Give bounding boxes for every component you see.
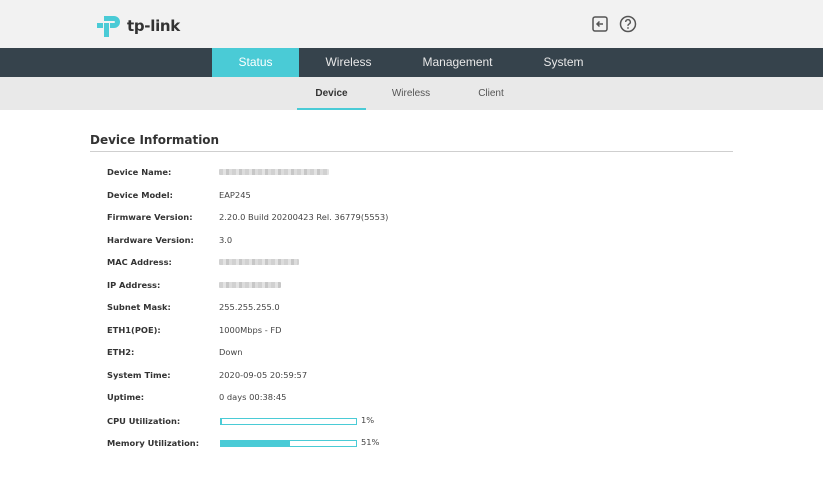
- info-value: 255.255.255.0: [219, 302, 280, 312]
- info-label: Device Name:: [107, 167, 172, 177]
- logo-text: tp-link: [127, 17, 180, 35]
- redacted-value: [219, 259, 299, 265]
- tp-link-logo-mark: [97, 16, 120, 37]
- cpu-progress-bar: [220, 418, 357, 425]
- info-row-memory-utilization: Memory Utilization: 51%: [107, 437, 707, 452]
- info-label: Device Model:: [107, 190, 173, 200]
- help-icon[interactable]: [619, 15, 637, 33]
- info-label: System Time:: [107, 370, 171, 380]
- redacted-value: [219, 282, 281, 288]
- top-header: tp-link: [0, 0, 823, 48]
- info-label: MAC Address:: [107, 257, 172, 267]
- info-value: 1000Mbps - FD: [219, 325, 282, 335]
- info-value: 2.20.0 Build 20200423 Rel. 36779(5553): [219, 212, 389, 222]
- info-row-uptime: Uptime: 0 days 00:38:45: [107, 392, 707, 406]
- subtab-device[interactable]: Device: [297, 77, 366, 110]
- main-nav: Status Wireless Management System: [0, 48, 823, 77]
- memory-percent: 51%: [361, 437, 380, 447]
- info-label: Firmware Version:: [107, 212, 193, 222]
- subtab-client[interactable]: Client: [461, 77, 521, 110]
- section-title: Device Information: [90, 133, 220, 147]
- section-divider: [90, 151, 733, 152]
- info-row-subnet-mask: Subnet Mask: 255.255.255.0: [107, 302, 707, 316]
- info-value: EAP245: [219, 190, 251, 200]
- cpu-percent: 1%: [361, 415, 375, 425]
- info-row-device-model: Device Model: EAP245: [107, 190, 707, 204]
- info-value: 2020-09-05 20:59:57: [219, 370, 308, 380]
- info-label: CPU Utilization:: [107, 416, 181, 426]
- info-row-cpu-utilization: CPU Utilization: 1%: [107, 415, 707, 430]
- info-row-ip-address: IP Address:: [107, 280, 707, 294]
- info-row-device-name: Device Name:: [107, 167, 707, 181]
- info-value: Down: [219, 347, 243, 357]
- info-row-mac-address: MAC Address:: [107, 257, 707, 271]
- memory-progress-fill: [221, 441, 290, 446]
- info-row-eth2: ETH2: Down: [107, 347, 707, 361]
- subtab-wireless[interactable]: Wireless: [380, 77, 442, 110]
- info-value: 3.0: [219, 235, 233, 245]
- tab-status[interactable]: Status: [212, 48, 299, 77]
- tab-system[interactable]: System: [520, 48, 607, 77]
- cpu-progress-fill: [221, 419, 223, 424]
- logout-icon[interactable]: [591, 15, 609, 33]
- redacted-value: [219, 169, 329, 175]
- sub-nav: Device Wireless Client: [0, 77, 823, 110]
- info-row-hardware-version: Hardware Version: 3.0: [107, 235, 707, 249]
- memory-progress-bar: [220, 440, 357, 447]
- info-label: Hardware Version:: [107, 235, 194, 245]
- info-value: 0 days 00:38:45: [219, 392, 287, 402]
- tp-link-logo: tp-link: [95, 12, 180, 40]
- info-row-system-time: System Time: 2020-09-05 20:59:57: [107, 370, 707, 384]
- info-label: ETH2:: [107, 347, 135, 357]
- tab-wireless[interactable]: Wireless: [305, 48, 392, 77]
- info-label: ETH1(POE):: [107, 325, 161, 335]
- info-label: Uptime:: [107, 392, 145, 402]
- info-label: Memory Utilization:: [107, 438, 200, 448]
- info-label: Subnet Mask:: [107, 302, 171, 312]
- tab-management[interactable]: Management: [410, 48, 505, 77]
- info-label: IP Address:: [107, 280, 161, 290]
- info-row-firmware-version: Firmware Version: 2.20.0 Build 20200423 …: [107, 212, 707, 226]
- info-row-eth1: ETH1(POE): 1000Mbps - FD: [107, 325, 707, 339]
